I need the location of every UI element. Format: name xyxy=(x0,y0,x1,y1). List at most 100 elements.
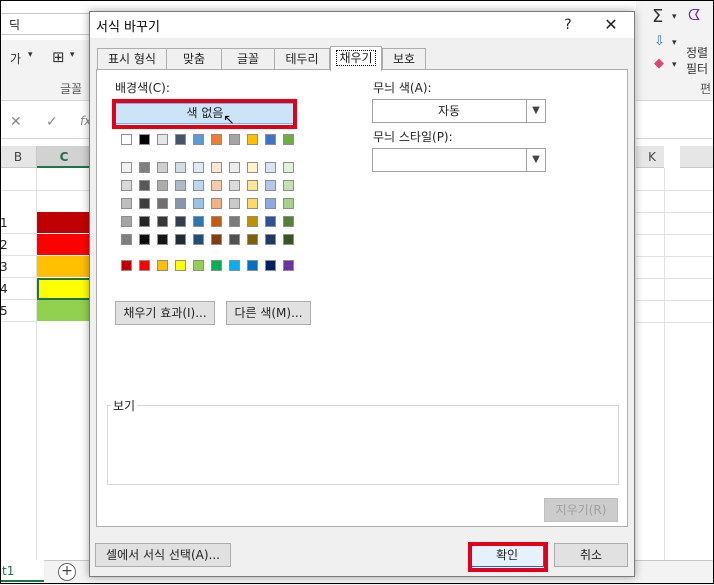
colored-cell-selected[interactable] xyxy=(37,278,92,300)
choose-format-from-cell-button[interactable]: 셀에서 서식 선택(A)... xyxy=(95,543,231,567)
color-swatch[interactable] xyxy=(283,198,294,209)
chevron-down-icon[interactable]: ▾ xyxy=(672,38,677,48)
color-swatch[interactable] xyxy=(229,216,240,227)
dialog-titlebar[interactable]: 서식 바꾸기 ? ✕ xyxy=(90,12,634,38)
standard-color-swatch[interactable] xyxy=(247,260,258,271)
pattern-style-dropdown[interactable]: ▼ xyxy=(372,148,546,172)
color-swatch[interactable] xyxy=(121,198,132,209)
tab-border[interactable]: 테두리 xyxy=(274,48,330,69)
color-swatch[interactable] xyxy=(175,162,186,173)
row-number[interactable]: 3 xyxy=(0,256,36,278)
font-size-fragment[interactable]: 가 xyxy=(10,50,21,67)
color-swatch[interactable] xyxy=(157,162,168,173)
color-swatch[interactable] xyxy=(211,216,222,227)
color-swatch[interactable] xyxy=(283,162,294,173)
color-swatch[interactable] xyxy=(229,234,240,245)
color-swatch[interactable] xyxy=(121,134,132,145)
color-swatch[interactable] xyxy=(247,198,258,209)
color-swatch[interactable] xyxy=(247,234,258,245)
color-swatch[interactable] xyxy=(157,216,168,227)
filter-label[interactable]: 필터 xyxy=(686,60,708,77)
color-swatch[interactable] xyxy=(139,180,150,191)
color-swatch[interactable] xyxy=(121,216,132,227)
formula-bar-right[interactable] xyxy=(636,108,714,139)
color-swatch[interactable] xyxy=(121,180,132,191)
color-swatch[interactable] xyxy=(211,234,222,245)
color-swatch[interactable] xyxy=(265,134,276,145)
chevron-down-icon[interactable]: ▼ xyxy=(526,100,545,122)
standard-color-swatch[interactable] xyxy=(139,260,150,271)
color-swatch[interactable] xyxy=(175,198,186,209)
colored-cell[interactable] xyxy=(37,234,92,256)
tab-number-format[interactable]: 표시 형식 xyxy=(97,48,167,69)
color-swatch[interactable] xyxy=(211,180,222,191)
fill-effects-button[interactable]: 채우기 효과(I)... xyxy=(115,301,215,325)
row-number[interactable]: 4 xyxy=(0,278,36,300)
color-swatch[interactable] xyxy=(247,216,258,227)
color-swatch[interactable] xyxy=(193,198,204,209)
row-number[interactable]: 5 xyxy=(0,300,36,322)
color-swatch[interactable] xyxy=(157,134,168,145)
color-swatch[interactable] xyxy=(211,198,222,209)
color-swatch[interactable] xyxy=(193,216,204,227)
color-swatch[interactable] xyxy=(265,180,276,191)
color-swatch[interactable] xyxy=(139,162,150,173)
color-swatch[interactable] xyxy=(229,134,240,145)
color-swatch[interactable] xyxy=(247,180,258,191)
standard-color-swatch[interactable] xyxy=(175,260,186,271)
chevron-down-icon[interactable]: ▾ xyxy=(28,50,33,60)
eraser-icon[interactable]: ◆ xyxy=(654,56,664,71)
colored-cell[interactable] xyxy=(37,300,92,322)
color-swatch[interactable] xyxy=(229,180,240,191)
standard-color-swatch[interactable] xyxy=(157,260,168,271)
color-swatch[interactable] xyxy=(139,234,150,245)
chevron-down-icon[interactable]: ▾ xyxy=(672,60,677,70)
no-color-button[interactable]: 색 없음 xyxy=(115,103,295,124)
color-swatch[interactable] xyxy=(121,234,132,245)
tab-font[interactable]: 글꼴 xyxy=(221,48,275,69)
color-swatch[interactable] xyxy=(283,134,294,145)
color-swatch[interactable] xyxy=(265,162,276,173)
sheet-tab[interactable]: t1 xyxy=(0,560,44,582)
color-swatch[interactable] xyxy=(139,216,150,227)
column-header-c[interactable]: C xyxy=(37,146,92,168)
border-grid-icon[interactable]: ⊞ xyxy=(52,48,65,66)
standard-color-swatch[interactable] xyxy=(283,260,294,271)
column-header-b[interactable]: B xyxy=(0,146,37,168)
color-swatch[interactable] xyxy=(265,198,276,209)
column-header-l[interactable] xyxy=(680,146,714,168)
fill-down-icon[interactable]: ⇩ xyxy=(654,34,665,49)
color-swatch[interactable] xyxy=(193,234,204,245)
sort-label[interactable]: 정렬 xyxy=(686,44,708,61)
color-swatch[interactable] xyxy=(193,162,204,173)
color-swatch[interactable] xyxy=(265,234,276,245)
sort-filter-icon[interactable]: ᗧ xyxy=(688,6,700,24)
color-swatch[interactable] xyxy=(157,234,168,245)
colored-cell[interactable] xyxy=(37,212,92,234)
chevron-down-icon[interactable]: ▾ xyxy=(70,50,75,60)
tab-alignment[interactable]: 맞춤 xyxy=(166,48,222,69)
color-swatch[interactable] xyxy=(175,216,186,227)
color-swatch[interactable] xyxy=(193,134,204,145)
help-button[interactable]: ? xyxy=(556,14,580,36)
pattern-color-dropdown[interactable]: 자동 ▼ xyxy=(372,99,546,123)
color-swatch[interactable] xyxy=(265,216,276,227)
color-swatch[interactable] xyxy=(229,198,240,209)
clear-button[interactable]: 지우기(R) xyxy=(544,498,618,522)
color-swatch[interactable] xyxy=(247,162,258,173)
color-swatch[interactable] xyxy=(157,198,168,209)
color-swatch[interactable] xyxy=(139,198,150,209)
color-swatch[interactable] xyxy=(247,134,258,145)
color-swatch[interactable] xyxy=(211,134,222,145)
more-colors-button[interactable]: 다른 색(M)... xyxy=(226,301,311,325)
sum-icon[interactable]: Σ xyxy=(652,6,663,27)
ok-button[interactable]: 확인 xyxy=(470,543,544,567)
color-swatch[interactable] xyxy=(283,234,294,245)
cancel-entry-icon[interactable]: ✕ xyxy=(10,114,22,130)
row-number[interactable]: 1 xyxy=(0,212,36,234)
standard-color-swatch[interactable] xyxy=(265,260,276,271)
color-swatch[interactable] xyxy=(283,216,294,227)
color-swatch[interactable] xyxy=(157,180,168,191)
name-box[interactable]: 딕 xyxy=(0,13,92,35)
colored-cell[interactable] xyxy=(37,256,92,278)
